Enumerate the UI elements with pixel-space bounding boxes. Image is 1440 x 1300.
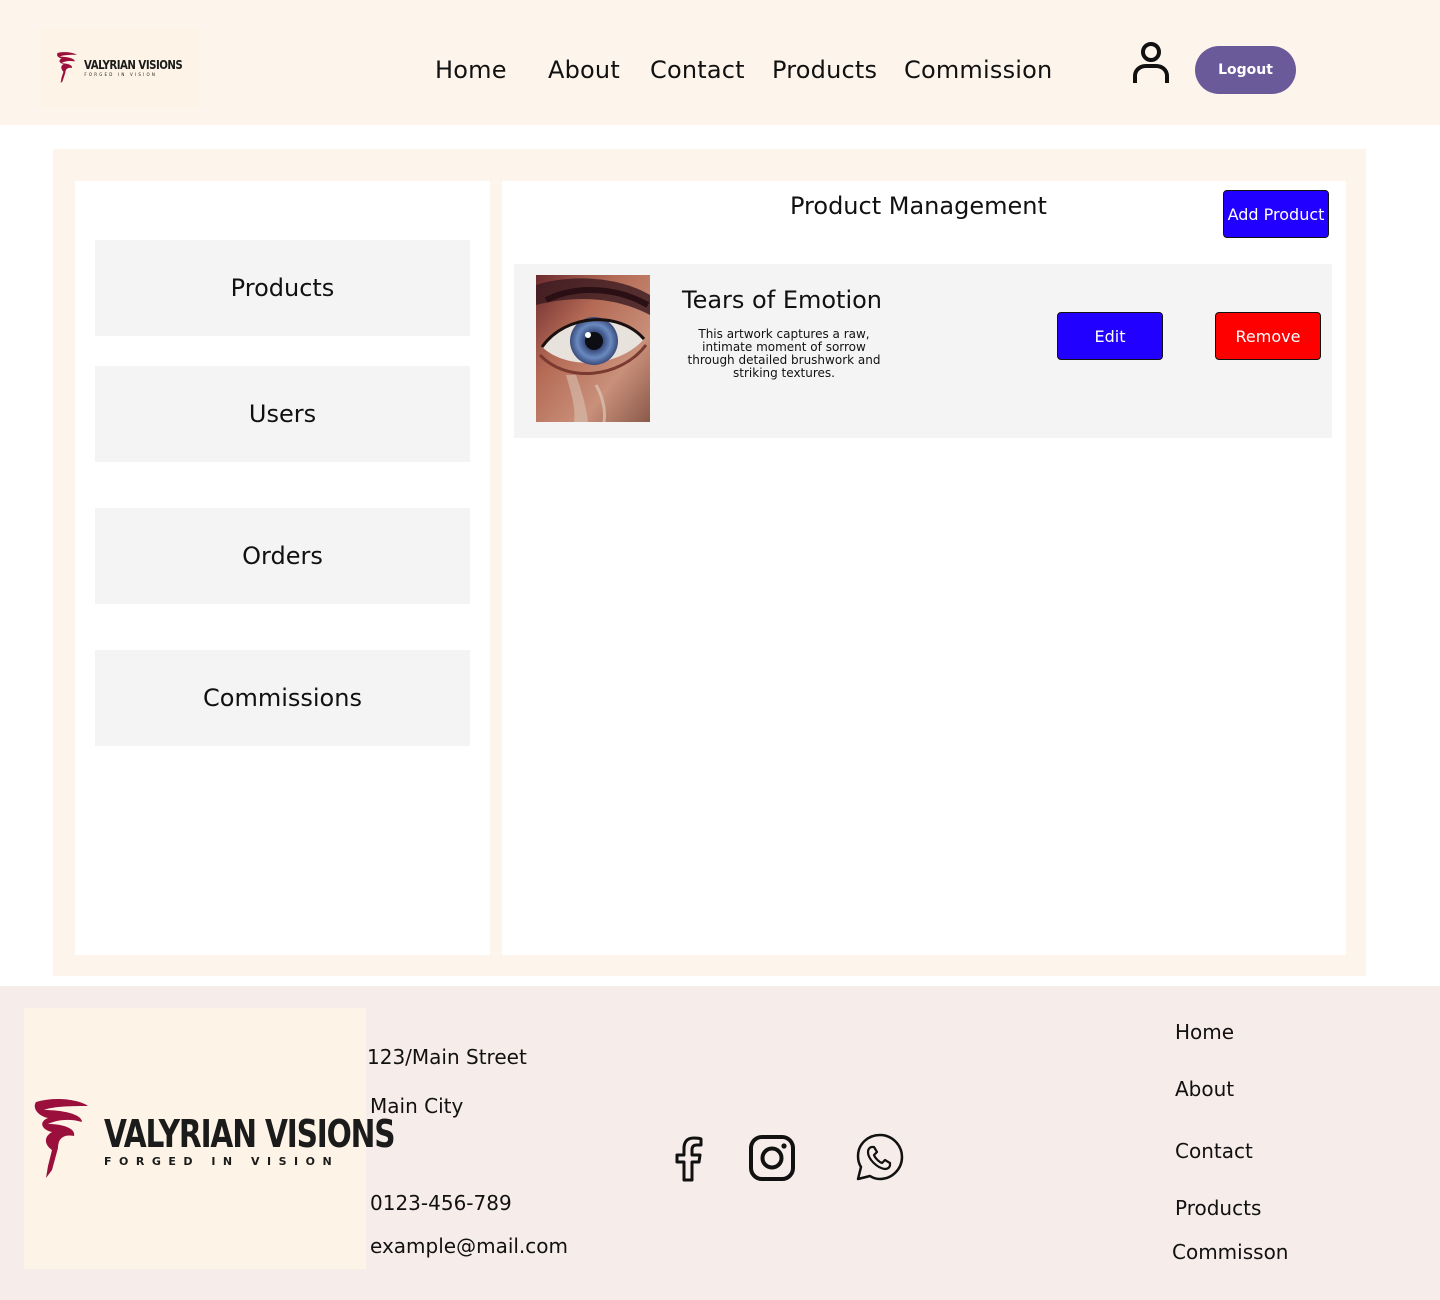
footer-link-home[interactable]: Home	[1175, 1020, 1234, 1044]
sidebar-item-users[interactable]: Users	[95, 366, 470, 462]
logo-brand-text: VALYRIAN VISIONS	[84, 58, 183, 72]
brush-logo-icon	[34, 1099, 88, 1178]
nav-contact[interactable]: Contact	[650, 56, 745, 84]
footer-address-line2: Main City	[370, 1094, 464, 1118]
brush-logo-icon	[57, 52, 77, 84]
footer-logo-brand: VALYRIAN VISIONS	[104, 1112, 396, 1156]
footer-link-commission[interactable]: Commisson	[1172, 1240, 1288, 1264]
footer-logo-tagline: FORGED IN VISION	[104, 1155, 340, 1168]
remove-button[interactable]: Remove	[1215, 312, 1321, 360]
facebook-icon[interactable]	[668, 1136, 708, 1182]
add-product-button[interactable]: Add Product	[1223, 190, 1329, 238]
footer-phone: 0123-456-789	[370, 1191, 512, 1215]
instagram-icon[interactable]	[748, 1135, 796, 1181]
sidebar-item-commissions[interactable]: Commissions	[95, 650, 470, 746]
logout-button[interactable]: Logout	[1195, 46, 1296, 94]
whatsapp-icon[interactable]	[855, 1132, 905, 1182]
footer-email: example@mail.com	[370, 1234, 569, 1258]
product-thumbnail	[536, 275, 650, 422]
footer-link-contact[interactable]: Contact	[1175, 1139, 1253, 1163]
footer-logo: VALYRIAN VISIONS FORGED IN VISION	[24, 1008, 396, 1269]
nav-about[interactable]: About	[548, 56, 620, 84]
product-name: Tears of Emotion	[682, 286, 883, 314]
eye-artwork-image	[536, 275, 650, 422]
logo-tagline: FORGED IN VISION	[84, 72, 158, 77]
footer-address-line1: 123/Main Street	[367, 1045, 527, 1069]
site-logo[interactable]: VALYRIAN VISIONS FORGED IN VISION	[40, 28, 200, 108]
edit-button[interactable]: Edit	[1057, 312, 1163, 360]
page-title: Product Management	[790, 192, 1047, 220]
footer-link-products[interactable]: Products	[1175, 1196, 1261, 1220]
product-description: This artwork captures a raw, intimate mo…	[687, 327, 881, 380]
site-header: VALYRIAN VISIONS FORGED IN VISION Home A…	[0, 0, 1440, 125]
nav-home[interactable]: Home	[435, 56, 507, 84]
nav-commission[interactable]: Commission	[904, 56, 1052, 84]
nav-products[interactable]: Products	[772, 56, 877, 84]
user-icon[interactable]	[1128, 40, 1174, 86]
sidebar-item-orders[interactable]: Orders	[95, 508, 470, 604]
sidebar-item-products[interactable]: Products	[95, 240, 470, 336]
footer-link-about[interactable]: About	[1175, 1077, 1234, 1101]
